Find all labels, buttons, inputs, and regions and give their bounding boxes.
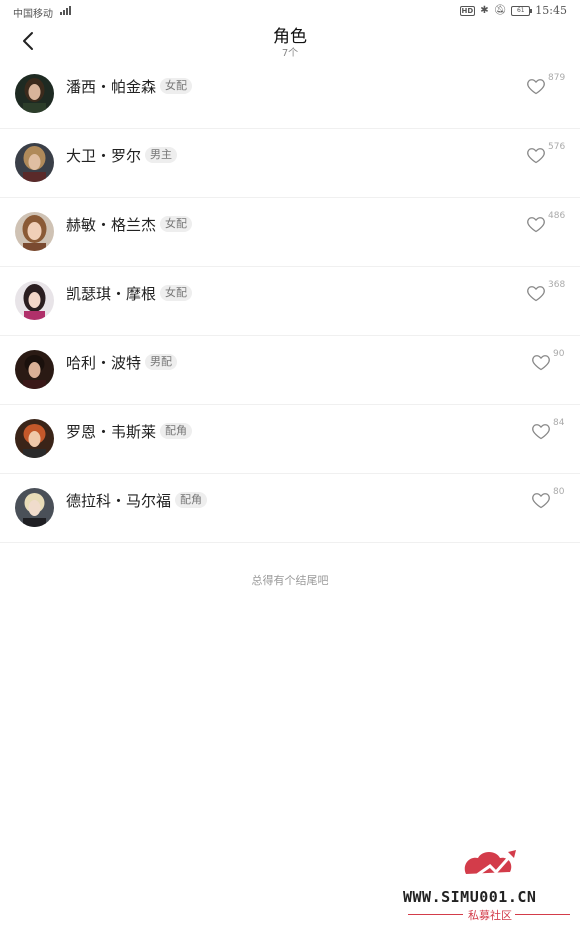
mute-icon: 🔕︎ [493, 4, 507, 16]
like-count: 368 [548, 280, 566, 290]
role-tag: 女配 [160, 78, 193, 94]
role-tag: 女配 [160, 285, 193, 301]
character-list: 潘西・帕金森 女配 879 大卫・罗尔 男主 576 赫敏・格兰杰 女配 486… [0, 60, 580, 543]
carrier-label: 中国移动 [13, 9, 53, 20]
character-count: 7个 [281, 48, 299, 59]
role-tag: 男主 [145, 147, 178, 163]
watermark-logo-icon [464, 850, 516, 882]
role-tag: 男配 [145, 354, 178, 370]
role-tag: 女配 [160, 216, 193, 232]
list-item[interactable]: 赫敏・格兰杰 女配 486 [0, 198, 580, 267]
list-item[interactable]: 德拉科・马尔福 配角 80 [0, 474, 580, 543]
avatar[interactable] [15, 350, 54, 389]
like-count: 90 [553, 349, 565, 359]
list-item[interactable]: 哈利・波特 男配 90 [0, 336, 580, 405]
list-item[interactable]: 潘西・帕金森 女配 879 [0, 60, 580, 129]
character-name: 赫敏・格兰杰 [66, 215, 157, 234]
heart-icon [527, 79, 545, 95]
role-tag: 配角 [160, 423, 193, 439]
status-time: 15:45 [535, 4, 567, 17]
like-button[interactable]: 80 [531, 487, 565, 510]
watermark-divider [515, 914, 570, 915]
watermark-url: WWW.SIMU001.CN [403, 888, 537, 906]
header: 角色 7个 [0, 22, 580, 62]
heart-icon [532, 355, 550, 371]
avatar[interactable] [15, 488, 54, 527]
role-tag: 配角 [175, 492, 208, 508]
like-button[interactable]: 486 [526, 211, 566, 234]
avatar[interactable] [15, 212, 54, 251]
like-button[interactable]: 368 [526, 280, 566, 303]
watermark-label: 私募社区 [468, 909, 512, 922]
like-count: 80 [553, 487, 565, 497]
status-icons: HD ✱ 🔕︎ 61 15:45 [459, 4, 567, 17]
list-item[interactable]: 大卫・罗尔 男主 576 [0, 129, 580, 198]
character-name: 大卫・罗尔 [66, 146, 142, 165]
character-name: 哈利・波特 [66, 353, 142, 372]
heart-icon [527, 148, 545, 164]
list-item[interactable]: 罗恩・韦斯莱 配角 84 [0, 405, 580, 474]
avatar[interactable] [15, 143, 54, 182]
avatar[interactable] [15, 419, 54, 458]
character-name: 德拉科・马尔福 [66, 491, 172, 510]
character-name: 罗恩・韦斯莱 [66, 422, 157, 441]
like-count: 486 [548, 211, 566, 221]
heart-icon [532, 424, 550, 440]
heart-icon [527, 286, 545, 302]
battery-icon: 61 [511, 5, 533, 16]
like-count: 576 [548, 142, 566, 152]
like-button[interactable]: 576 [526, 142, 566, 165]
like-count: 84 [553, 418, 565, 428]
list-item[interactable]: 凯瑟琪・摩根 女配 368 [0, 267, 580, 336]
like-count: 879 [548, 73, 566, 83]
heart-icon [532, 493, 550, 509]
heart-icon [527, 217, 545, 233]
end-of-list-note: 总得有个结尾吧 [251, 574, 329, 587]
avatar[interactable] [15, 74, 54, 113]
bluetooth-icon: ✱ [480, 4, 489, 16]
character-name: 凯瑟琪・摩根 [66, 284, 157, 303]
like-button[interactable]: 879 [526, 73, 566, 96]
watermark-divider [408, 914, 463, 915]
status-bar: 中国移动 HD ✱ 🔕︎ 61 15:45 [0, 0, 580, 22]
avatar[interactable] [15, 281, 54, 320]
signal-icon [60, 6, 71, 15]
watermark: WWW.SIMU001.CN 私募社区 [400, 846, 576, 922]
hd-icon: HD [459, 5, 476, 16]
like-button[interactable]: 90 [531, 349, 565, 372]
like-button[interactable]: 84 [531, 418, 565, 441]
character-name: 潘西・帕金森 [66, 77, 157, 96]
